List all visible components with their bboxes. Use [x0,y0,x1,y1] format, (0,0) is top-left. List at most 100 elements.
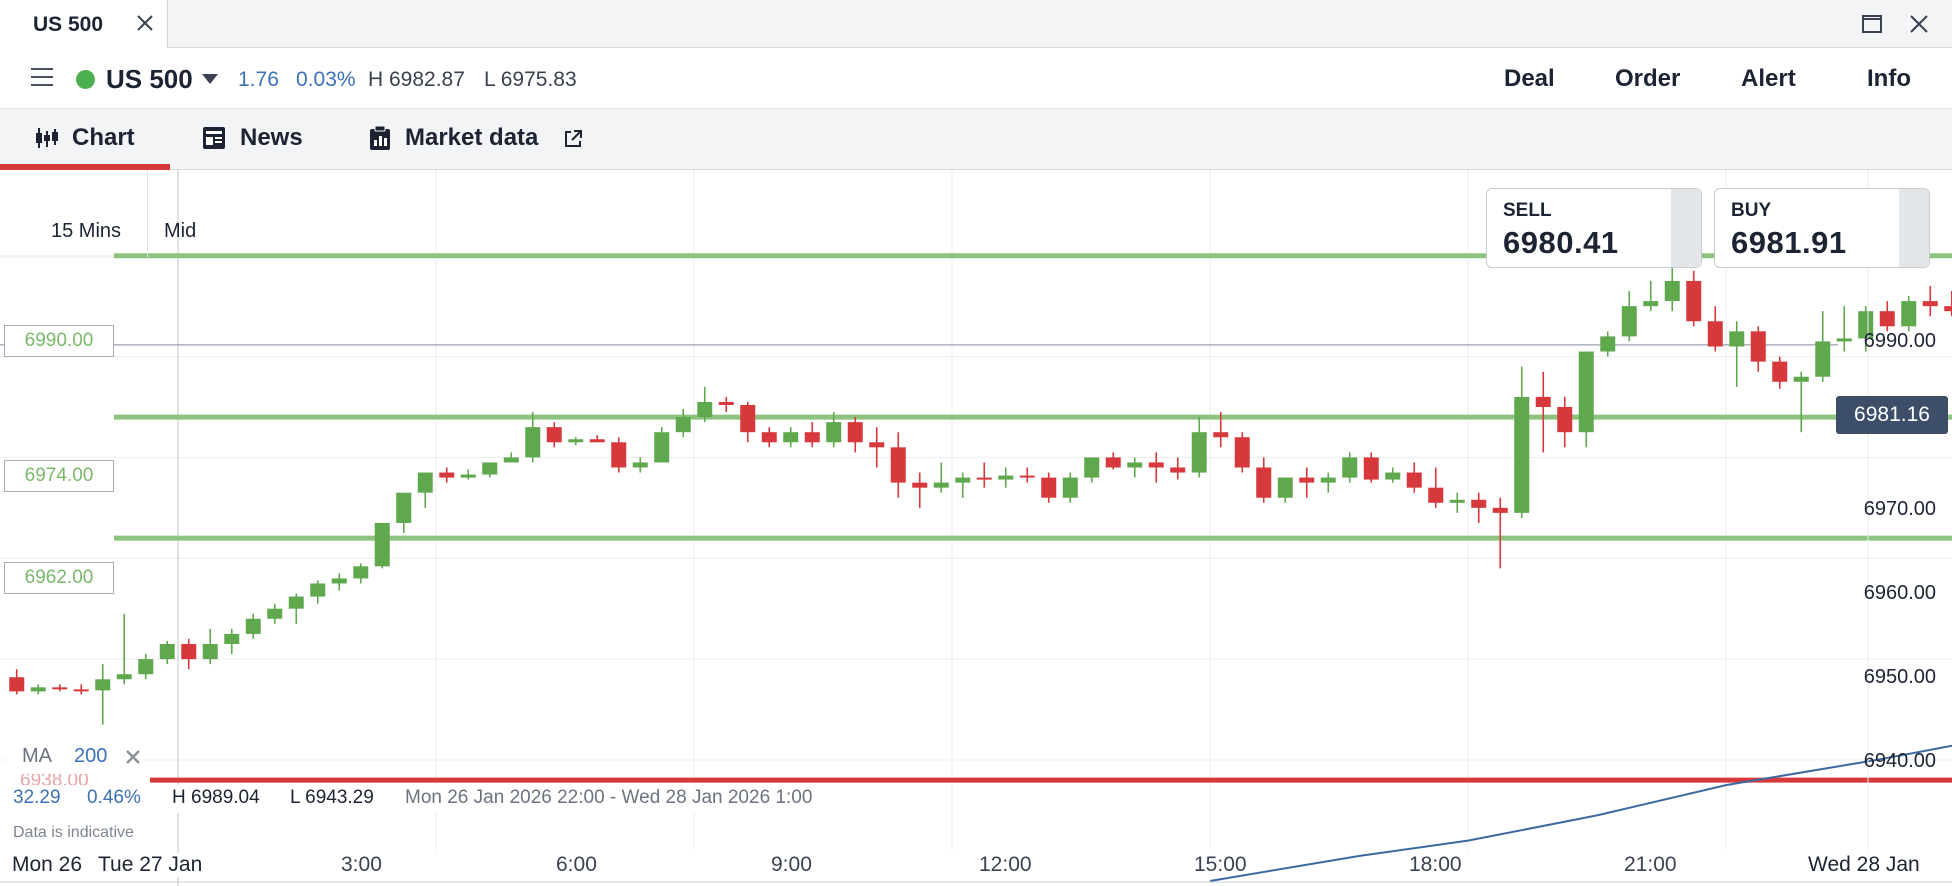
candle-down [1557,406,1573,433]
day-high: H 6982.87 [368,68,465,91]
x-axis-label: 21:00 [1624,853,1677,876]
candle-up [417,472,433,493]
candle-down [1041,477,1057,498]
y-axis-label: 6990.00 [1863,330,1936,352]
candle-down [1944,306,1952,312]
sell-button[interactable]: SELL 6980.41 [1486,188,1702,268]
buy-side-strip [1899,189,1929,267]
order-button[interactable]: Order [1615,65,1680,93]
candle-down [1019,475,1035,478]
tab-news-label: News [240,124,303,151]
close-window-icon[interactable] [1906,11,1932,37]
candle-down [611,442,627,468]
candle-up [396,492,412,523]
x-axis-label: Mon 26 [12,853,83,876]
day-low: L 6975.83 [484,68,577,91]
tab-market-data[interactable]: Market data [362,109,602,170]
view-tabs: Chart News Market data [0,109,1952,170]
price-type-selector[interactable]: Mid [164,220,196,243]
candle-up [1729,331,1745,347]
candle-up [675,417,691,433]
candle-up [1901,301,1917,327]
level-tag-6962[interactable]: 6962.00 [4,562,114,594]
buy-button[interactable]: BUY 6981.91 [1714,188,1930,268]
candle-up [1277,477,1293,498]
candlestick-icon [36,128,58,148]
sell-label: SELL [1503,200,1552,221]
candle-down [1256,467,1272,498]
ma-period: 200 [74,745,108,767]
candle-down [181,643,197,660]
candle-up [826,422,842,443]
candle-down [1707,321,1723,347]
candle-up [1191,432,1207,473]
candle-down [439,472,455,478]
tab-news[interactable]: News [196,109,316,170]
alert-button[interactable]: Alert [1741,65,1796,93]
candle-up [1643,301,1659,307]
period-high: H 6989.04 [172,787,260,808]
level-tag-6990[interactable]: 6990.00 [4,325,114,357]
window-tab-us500[interactable]: US 500 [0,0,168,48]
instrument-name[interactable]: US 500 [106,64,193,95]
chart-stats-row: 32.29 0.46% H 6989.04 L 6943.29 Mon 26 J… [0,785,860,813]
x-axis-label: Wed 28 Jan [1808,853,1920,876]
candle-up [460,474,476,478]
tab-chart[interactable]: Chart [0,109,170,170]
maximize-icon[interactable] [1859,11,1885,37]
chart-canvas[interactable] [0,170,1952,886]
y-axis-label: 6940.00 [1863,750,1936,772]
close-icon[interactable] [134,12,156,34]
candle-down [847,422,863,443]
candle-up [503,457,519,463]
candle-up [202,643,218,660]
tab-chart-label: Chart [72,124,135,151]
level-tag-6974[interactable]: 6974.00 [4,460,114,492]
candle-down [1213,432,1229,438]
hamburger-menu-icon[interactable] [30,66,54,88]
candle-up [1578,351,1594,433]
candle-up [1836,338,1852,342]
price-change: 1.76 [238,68,279,91]
info-button[interactable]: Info [1867,65,1911,93]
candle-up [310,583,326,597]
candle-up [482,462,498,475]
chevron-down-icon[interactable] [202,74,218,84]
candle-down [1879,311,1895,327]
price-chart[interactable]: 15 Mins Mid SELL 6980.41 BUY 6981.91 699… [0,170,1952,886]
candle-up [1320,477,1336,483]
candle-down [1492,507,1508,513]
candle-down [52,687,68,690]
candle-down [761,432,777,443]
candle-down [890,447,906,483]
close-icon[interactable] [124,748,142,766]
period-change: 32.29 [13,787,61,808]
candle-up [955,477,971,483]
candle-down [1363,457,1379,480]
candle-up [933,482,949,488]
x-axis-label: 6:00 [556,853,597,876]
candle-down [1170,467,1186,473]
candle-down [869,442,885,448]
candle-up [1514,396,1530,513]
candle-up [245,618,261,634]
ma-name: MA [22,745,52,767]
candle-up [1342,457,1358,478]
candle-down [1750,331,1766,362]
candle-down [912,482,928,488]
window-tab-title: US 500 [33,13,104,36]
candle-down [546,427,562,443]
deal-button[interactable]: Deal [1504,65,1555,93]
timeframe-selector[interactable]: 15 Mins [51,220,121,243]
x-axis-label: Tue 27 Jan [96,853,203,877]
candle-down [740,404,756,433]
candle-down [1535,396,1551,407]
candle-up [783,432,799,443]
ma-indicator-legend[interactable]: MA 200 [4,740,146,774]
candle-down [718,401,734,405]
candle-down [1471,499,1487,508]
candle-up [1664,280,1680,302]
candle-up [525,427,541,458]
candle-up [288,596,304,609]
candle-up [374,522,390,567]
